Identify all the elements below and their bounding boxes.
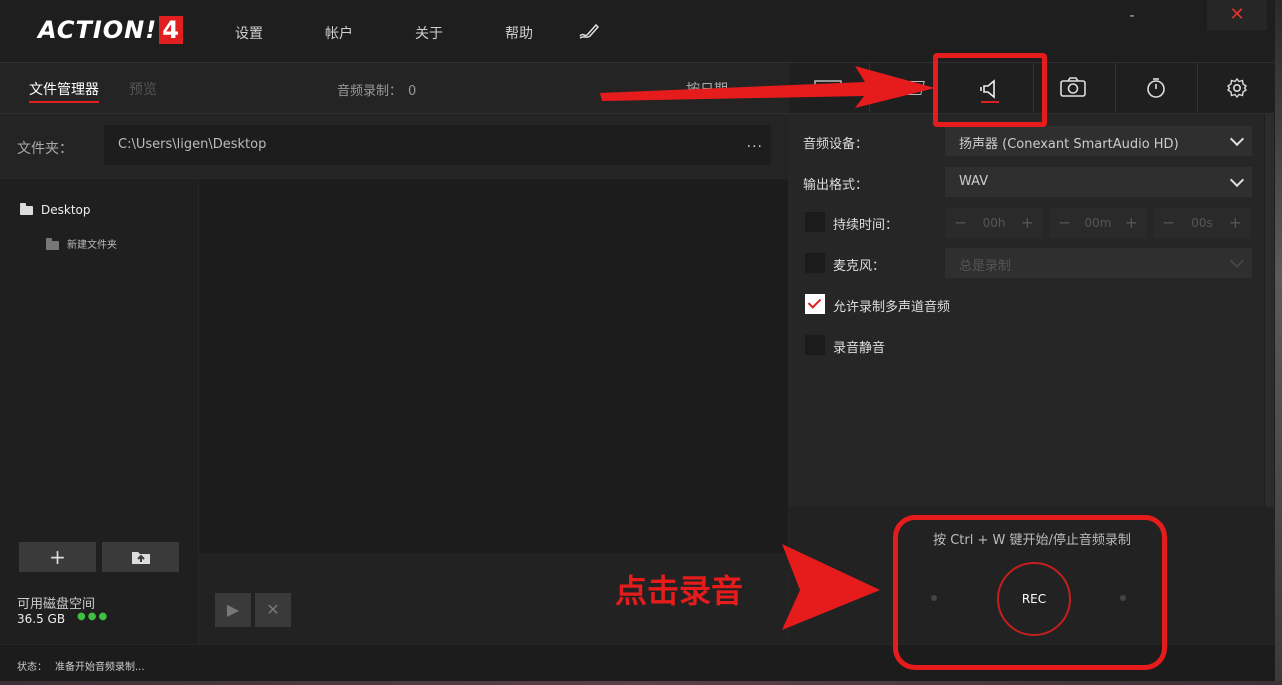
file-list-area: [199, 179, 788, 554]
multichannel-checkbox[interactable]: [805, 294, 825, 314]
tree-item-new-folder[interactable]: 新建文件夹: [46, 236, 117, 251]
tab-file-manager[interactable]: 文件管理器: [29, 79, 99, 103]
chevron-down-icon[interactable]: ⌄: [752, 79, 762, 93]
audio-device-value: 扬声器 (Conexant SmartAudio HD): [959, 137, 1179, 152]
file-manager-header: 文件管理器 预览 音频录制： 0 按日期 ⌄: [0, 63, 788, 114]
close-button[interactable]: ✕: [1207, 0, 1267, 30]
live-label: LIVE: [891, 81, 926, 95]
browse-folder-button[interactable]: ...: [747, 135, 763, 151]
mute-label: 录音静音: [833, 341, 886, 356]
app-logo: ACTION! 4: [38, 16, 183, 44]
delete-button[interactable]: ✕: [255, 593, 291, 627]
folder-path-text: C:\Users\ligen\Desktop: [118, 137, 267, 152]
folder-path-field[interactable]: C:\Users\ligen\Desktop ...: [104, 125, 771, 165]
tree-item-desktop[interactable]: Desktop: [20, 203, 91, 217]
minimize-button[interactable]: -: [1122, 8, 1142, 28]
folder-icon: [46, 237, 59, 250]
open-folder-button[interactable]: [102, 542, 179, 572]
tab-video[interactable]: [789, 63, 869, 113]
desktop-strip: [0, 681, 1282, 685]
add-folder-button[interactable]: +: [19, 542, 96, 572]
signature-pen-icon[interactable]: [578, 20, 600, 42]
gear-icon: [1226, 77, 1247, 99]
mute-checkbox[interactable]: [805, 335, 825, 355]
menu-settings[interactable]: 设置: [235, 23, 263, 43]
window-edge: [1275, 0, 1282, 685]
record-count: 音频录制： 0: [337, 84, 417, 99]
chevron-down-icon: [1229, 131, 1245, 147]
plus-icon[interactable]: +: [1021, 213, 1034, 232]
folder-upload-icon: [131, 552, 150, 564]
tab-timer[interactable]: [1116, 63, 1196, 113]
tab-preview[interactable]: 预览: [129, 79, 157, 99]
annotation-label: 点击录音: [615, 572, 744, 610]
annotation-audio-tab-highlight: [933, 53, 1047, 127]
disk-status-indicator: ●●●: [77, 611, 110, 622]
audio-device-select[interactable]: 扬声器 (Conexant SmartAudio HD): [945, 126, 1252, 156]
folder-tree: Desktop 新建文件夹 + 可用磁盘空间 36.5 GB ●●●: [0, 179, 198, 644]
microphone-select[interactable]: 总是录制: [945, 248, 1252, 278]
annotation-record-highlight: [893, 515, 1167, 670]
disk-space-value: 36.5 GB: [17, 612, 66, 626]
output-format-label: 输出格式：: [803, 178, 869, 193]
disk-space-label: 可用磁盘空间: [17, 597, 96, 612]
folder-label: 文件夹：: [17, 141, 73, 157]
duration-label: 持续时间：: [833, 218, 899, 233]
microphone-checkbox[interactable]: [805, 253, 825, 273]
scrollbar-thumb[interactable]: [1265, 114, 1274, 506]
menu-account[interactable]: 帐户: [325, 23, 353, 43]
seconds-stepper[interactable]: −00s +: [1153, 208, 1251, 238]
play-button[interactable]: ▶: [215, 593, 251, 627]
chevron-down-icon: [1229, 253, 1245, 269]
microphone-label: 麦克风：: [833, 259, 886, 274]
minutes-stepper[interactable]: −00m +: [1049, 208, 1147, 238]
folder-row: 文件夹： C:\Users\ligen\Desktop ...: [0, 114, 788, 178]
audio-settings-panel: 音频设备： 扬声器 (Conexant SmartAudio HD) 输出格式：…: [789, 114, 1264, 506]
folder-icon: [20, 203, 33, 215]
sort-dropdown[interactable]: 按日期: [686, 79, 728, 99]
plus-icon[interactable]: +: [1229, 213, 1242, 232]
microphone-value: 总是录制: [959, 259, 1012, 274]
title-bar: ACTION! 4 设置 帐户 关于 帮助 - ✕: [0, 0, 1275, 63]
output-format-value: WAV: [959, 174, 989, 189]
duration-checkbox[interactable]: [805, 212, 825, 232]
status-text: 准备开始音频录制...: [55, 662, 145, 673]
hours-stepper[interactable]: −00h +: [945, 208, 1043, 238]
audio-device-label: 音频设备：: [803, 137, 869, 152]
tab-settings[interactable]: [1198, 63, 1275, 113]
camera-icon: [1060, 77, 1086, 97]
plus-icon[interactable]: +: [1125, 213, 1138, 232]
status-label: 状态：: [17, 662, 47, 673]
settings-scrollbar[interactable]: [1264, 114, 1275, 506]
stopwatch-icon: [1147, 78, 1165, 98]
tab-separator: [869, 63, 870, 113]
chevron-down-icon: [1229, 172, 1245, 188]
menu-about[interactable]: 关于: [415, 23, 443, 43]
multichannel-label: 允许录制多声道音频: [833, 300, 951, 315]
video-icon: [814, 80, 842, 91]
menu-help[interactable]: 帮助: [505, 23, 533, 43]
output-format-select[interactable]: WAV: [945, 167, 1252, 197]
